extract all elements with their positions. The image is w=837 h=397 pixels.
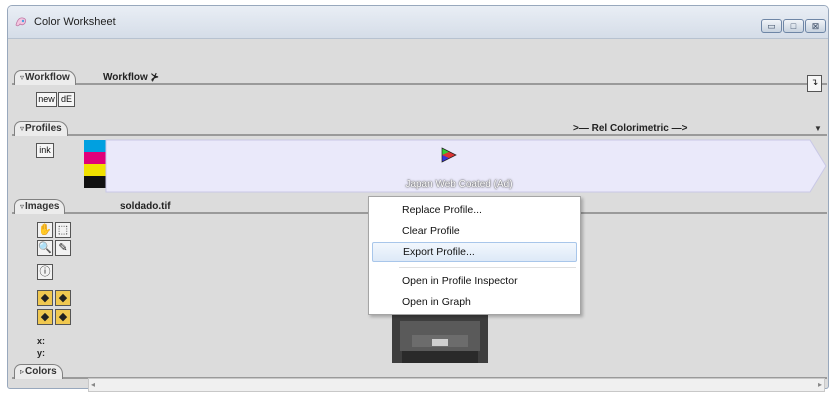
profile-name: Japan Web Coated (Ad)	[405, 179, 513, 190]
profile-context-menu: Replace Profile... Clear Profile Export …	[368, 196, 581, 315]
info-icon[interactable]: ⓘ	[37, 264, 53, 280]
intent-dropdown-icon[interactable]: ▼	[814, 124, 822, 133]
menu-item-export-profile[interactable]: Export Profile...	[372, 242, 577, 262]
maximize-icon: □	[790, 21, 797, 31]
image-file-name: soldado.tif	[120, 201, 171, 212]
scroll-right-icon[interactable]: ▸	[818, 380, 822, 389]
menu-item-replace-profile[interactable]: Replace Profile...	[372, 200, 577, 220]
close-button[interactable]: ⊠	[805, 19, 826, 33]
scroll-left-icon[interactable]: ◂	[91, 380, 95, 389]
tab-workflow[interactable]: ▿Workflow	[14, 70, 76, 85]
menu-item-open-in-graph[interactable]: Open in Graph	[372, 292, 577, 312]
go-arrow-icon: ↴	[810, 77, 819, 87]
marquee-icon[interactable]: ⬚	[55, 222, 71, 238]
menu-item-open-in-profile-inspector[interactable]: Open in Profile Inspector	[372, 271, 577, 291]
tab-images[interactable]: ▿Images	[14, 199, 66, 214]
zoom-icon[interactable]: 🔍	[37, 240, 53, 256]
collapse-triangle-icon: ▿	[20, 124, 25, 133]
render-icon[interactable]: ◆	[55, 309, 71, 325]
menu-item-clear-profile[interactable]: Clear Profile	[372, 221, 577, 241]
profiles-section-divider	[12, 134, 827, 136]
horizontal-scrollbar[interactable]: ◂ ▸	[88, 378, 825, 392]
render-icon[interactable]: ◆	[37, 309, 53, 325]
close-icon: ⊠	[811, 21, 820, 31]
minimize-button[interactable]: ▭	[761, 19, 782, 33]
collapse-triangle-icon: ▿	[20, 73, 25, 82]
eyedropper-icon[interactable]: ✎	[55, 240, 71, 256]
workflow-action-button[interactable]: ↴	[807, 75, 822, 92]
workflow-header: Workflow ⊁	[103, 72, 159, 83]
render-icon[interactable]: ◆	[55, 290, 71, 306]
minimize-icon: ▭	[767, 21, 776, 31]
workflow-section-divider	[12, 83, 827, 85]
de-button[interactable]: dE	[58, 92, 75, 107]
tab-profiles[interactable]: ▿Profiles	[14, 121, 68, 136]
tab-colors[interactable]: ▹Colors	[14, 364, 63, 379]
paint-icon	[15, 17, 27, 27]
maximize-button[interactable]: □	[783, 19, 804, 33]
color-triangle-icon	[441, 147, 457, 163]
render-icon[interactable]: ◆	[37, 290, 53, 306]
title-bar: Color Worksheet ▭ □ ⊠	[8, 6, 828, 39]
window-title: Color Worksheet	[34, 16, 116, 28]
rendering-intent[interactable]: >— Rel Colorimetric —>	[573, 123, 687, 134]
y-coordinate-label: y:	[37, 348, 46, 358]
image-preview[interactable]	[392, 315, 488, 363]
menu-separator	[399, 267, 576, 268]
hand-icon[interactable]: ✋	[37, 222, 53, 238]
ink-button[interactable]: ink	[36, 143, 54, 158]
x-coordinate-label: x:	[37, 336, 46, 346]
collapse-triangle-icon: ▿	[20, 202, 25, 211]
new-button[interactable]: new	[36, 92, 57, 107]
expand-triangle-icon: ▹	[20, 367, 25, 376]
